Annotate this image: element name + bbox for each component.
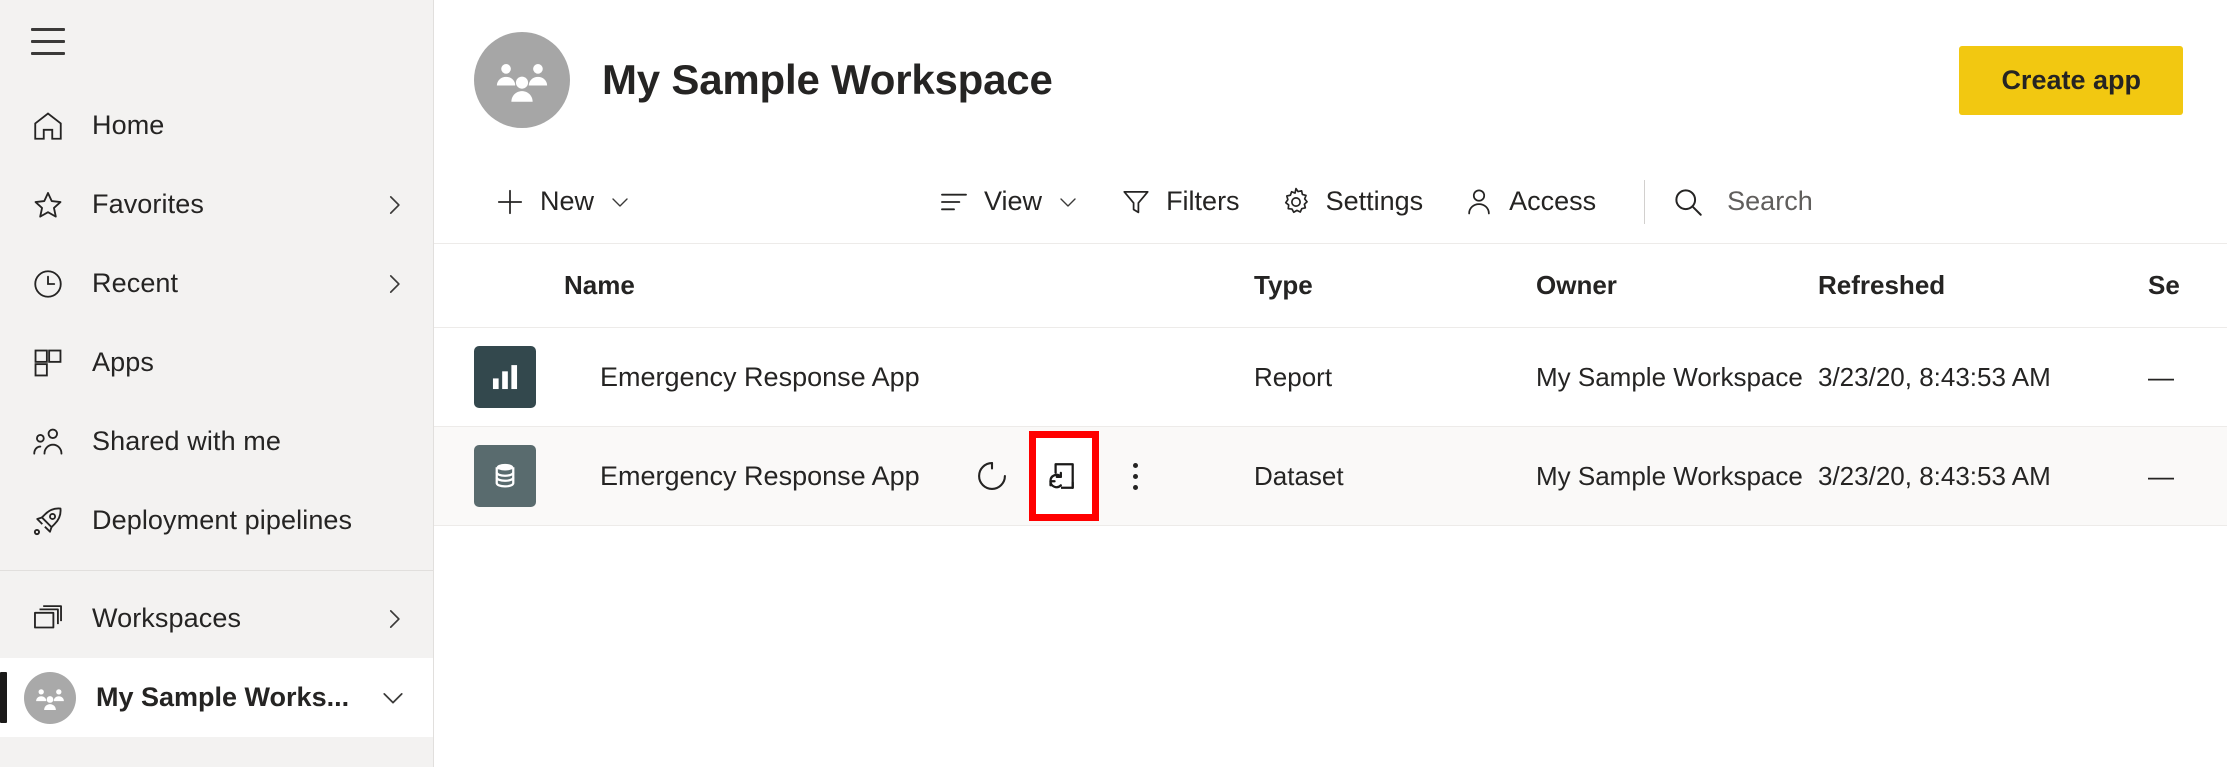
sidebar-item-label: Favorites [92, 189, 204, 219]
access-button-label: Access [1509, 186, 1597, 216]
row-type-cell: Report [1254, 327, 1536, 427]
refresh-now-icon[interactable] [962, 446, 1022, 506]
filters-button[interactable]: Filters [1100, 170, 1260, 234]
home-icon [22, 109, 74, 143]
new-button-label: New [540, 186, 595, 216]
search-input[interactable]: Search [1671, 170, 1833, 234]
row-owner-cell: My Sample Workspace [1536, 327, 1818, 427]
row-sensitivity-cell: — [2148, 426, 2227, 526]
person-icon [1463, 186, 1495, 218]
sidebar-item-deployment-pipelines[interactable]: Deployment pipelines [0, 481, 433, 560]
star-icon [22, 188, 74, 222]
search-icon [1671, 185, 1705, 219]
row-refreshed-cell: 3/23/20, 8:43:53 AM [1818, 327, 2148, 427]
funnel-icon [1120, 186, 1152, 218]
report-bar-chart-icon [474, 346, 536, 408]
selected-indicator [0, 672, 7, 723]
search-placeholder: Search [1727, 186, 1813, 216]
workspace-header: My Sample Workspace Create app [434, 0, 2227, 160]
row-type-cell: Dataset [1254, 426, 1536, 526]
sidebar-item-label: Workspaces [92, 603, 242, 633]
sidebar-item-favorites[interactable]: Favorites [0, 165, 433, 244]
page-title: My Sample Workspace [602, 56, 1053, 103]
sidebar: Home Favorites Recent Apps Shared with m… [0, 0, 434, 767]
item-name-link[interactable]: Emergency Response App [600, 362, 920, 393]
workspace-toolbar: New View Filters Settings Access Search [434, 160, 2227, 244]
sidebar-item-home[interactable]: Home [0, 86, 433, 165]
filters-button-label: Filters [1166, 186, 1240, 216]
plus-icon [494, 186, 526, 218]
toolbar-separator [1644, 179, 1646, 224]
schedule-refresh-icon[interactable] [1028, 431, 1099, 521]
group-avatar-icon [474, 32, 570, 128]
sidebar-item-label: Shared with me [92, 426, 281, 456]
row-action-buttons [962, 431, 1166, 521]
people-icon [22, 425, 74, 459]
column-header-refreshed[interactable]: Refreshed [1818, 244, 2148, 328]
sidebar-item-label: Recent [92, 268, 179, 298]
workspaces-stack-icon [22, 602, 74, 636]
table-row[interactable]: Emergency Response App Dataset My Sample… [434, 426, 2227, 526]
items-table-area: Name Type Owner Refreshed Se Emergency R… [434, 244, 2227, 767]
sidebar-item-label: Home [92, 110, 165, 140]
group-avatar-icon [24, 671, 76, 724]
item-name-link[interactable]: Emergency Response App [600, 461, 920, 492]
main-content: My Sample Workspace Create app New View … [434, 0, 2227, 767]
table-row[interactable]: Emergency Response App Report My Sample … [434, 327, 2227, 427]
app-root: Home Favorites Recent Apps Shared with m… [0, 0, 2227, 767]
row-icon-cell [434, 426, 564, 526]
column-header-owner[interactable]: Owner [1536, 244, 1818, 328]
column-header-sensitivity[interactable]: Se [2148, 244, 2227, 328]
row-name-cell: Emergency Response App [564, 327, 1254, 427]
row-sensitivity-cell: — [2148, 327, 2227, 427]
column-header-spacer [434, 244, 564, 328]
settings-button-label: Settings [1325, 186, 1424, 216]
chevron-right-icon[interactable] [381, 271, 407, 297]
sidebar-item-workspaces[interactable]: Workspaces [0, 579, 433, 658]
table-header-row: Name Type Owner Refreshed Se [434, 244, 2227, 328]
row-owner-cell: My Sample Workspace [1536, 426, 1818, 526]
row-refreshed-cell: 3/23/20, 8:43:53 AM [1818, 426, 2148, 526]
column-header-type[interactable]: Type [1254, 244, 1536, 328]
chevron-down-icon [608, 190, 632, 214]
apps-grid-icon [22, 346, 74, 380]
sidebar-workspace-label: My Sample Works... [96, 682, 350, 712]
chevron-down-icon [1056, 190, 1080, 214]
sidebar-divider [0, 570, 433, 571]
more-options-icon[interactable] [1106, 446, 1166, 506]
sidebar-item-my-sample-workspace[interactable]: My Sample Works... [0, 658, 433, 737]
chevron-right-icon[interactable] [381, 192, 407, 218]
chevron-down-icon[interactable] [379, 684, 407, 712]
view-list-icon [938, 186, 970, 218]
chevron-right-icon[interactable] [381, 606, 407, 632]
column-header-name[interactable]: Name [564, 244, 1254, 328]
menu-icon[interactable] [22, 15, 74, 67]
settings-button[interactable]: Settings [1260, 170, 1444, 234]
new-button[interactable]: New [474, 170, 652, 234]
row-name-cell: Emergency Response App [564, 426, 1254, 526]
sidebar-item-label: Deployment pipelines [92, 505, 353, 535]
row-icon-cell [434, 327, 564, 427]
access-button[interactable]: Access [1443, 170, 1616, 234]
sidebar-item-apps[interactable]: Apps [0, 323, 433, 402]
view-button[interactable]: View [918, 170, 1100, 234]
sidebar-nav-list: Home Favorites Recent Apps Shared with m… [0, 82, 433, 737]
sidebar-item-shared-with-me[interactable]: Shared with me [0, 402, 433, 481]
view-button-label: View [984, 186, 1043, 216]
sidebar-item-recent[interactable]: Recent [0, 244, 433, 323]
gear-icon [1280, 186, 1312, 218]
sidebar-header [0, 0, 433, 82]
dataset-database-icon [474, 445, 536, 507]
clock-icon [22, 267, 74, 301]
create-app-button[interactable]: Create app [1959, 45, 2183, 115]
rocket-icon [22, 504, 74, 538]
sidebar-item-label: Apps [92, 347, 154, 377]
items-table: Name Type Owner Refreshed Se Emergency R… [434, 244, 2227, 526]
